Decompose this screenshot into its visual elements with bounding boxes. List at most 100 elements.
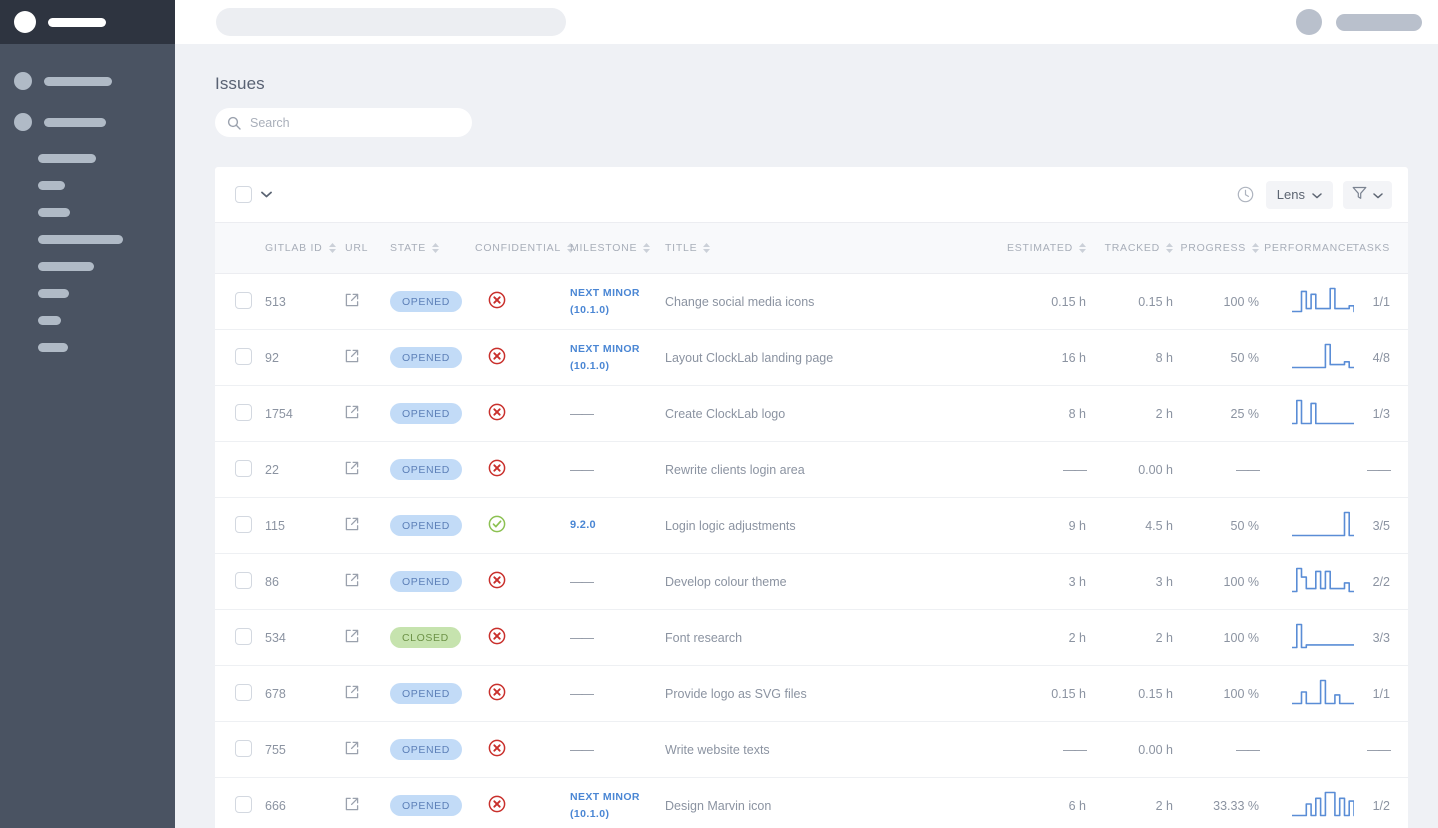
row-checkbox[interactable] <box>235 572 252 589</box>
avatar[interactable] <box>1296 9 1322 35</box>
row-checkbox-cell[interactable] <box>215 778 265 828</box>
external-link-icon[interactable] <box>345 352 359 366</box>
table-row[interactable]: 22OPENED——Rewrite clients login area——0.… <box>215 442 1408 498</box>
row-checkbox-cell[interactable] <box>215 498 265 554</box>
th-progress[interactable]: PROGRESS <box>1173 223 1259 274</box>
sidebar-subitem-placeholder[interactable] <box>0 181 175 190</box>
row-checkbox-cell[interactable] <box>215 722 265 778</box>
sidebar-item-placeholder[interactable] <box>0 113 175 131</box>
row-checkbox-cell[interactable] <box>215 554 265 610</box>
row-checkbox-cell[interactable] <box>215 386 265 442</box>
th-tracked[interactable]: TRACKED <box>1086 223 1173 274</box>
cell-milestone: NEXT MINOR(10.1.0) <box>570 778 665 828</box>
cell-title[interactable]: Layout ClockLab landing page <box>665 330 994 386</box>
external-link-icon[interactable] <box>345 520 359 534</box>
row-checkbox[interactable] <box>235 460 252 477</box>
external-link-icon[interactable] <box>345 576 359 590</box>
external-link-icon[interactable] <box>345 688 359 702</box>
search-input[interactable] <box>250 116 460 130</box>
cell-title[interactable]: Design Marvin icon <box>665 778 994 828</box>
table-row[interactable]: 1754OPENED——Create ClockLab logo8 h2 h25… <box>215 386 1408 442</box>
cell-url[interactable] <box>345 778 390 828</box>
sidebar-subitem-placeholder[interactable] <box>0 262 175 271</box>
row-checkbox[interactable] <box>235 348 252 365</box>
cell-title[interactable]: Font research <box>665 610 994 666</box>
row-checkbox[interactable] <box>235 516 252 533</box>
external-link-icon[interactable] <box>345 296 359 310</box>
row-checkbox[interactable] <box>235 628 252 645</box>
cell-title[interactable]: Rewrite clients login area <box>665 442 994 498</box>
cell-title[interactable]: Develop colour theme <box>665 554 994 610</box>
table-row[interactable]: 678OPENED——Provide logo as SVG files0.15… <box>215 666 1408 722</box>
sidebar-subitem-placeholder[interactable] <box>0 208 175 217</box>
row-checkbox-cell[interactable] <box>215 442 265 498</box>
lens-dropdown[interactable]: Lens <box>1266 181 1333 209</box>
table-row[interactable]: 755OPENED——Write website texts——0.00 h——… <box>215 722 1408 778</box>
row-checkbox[interactable] <box>235 684 252 701</box>
cell-url[interactable] <box>345 722 390 778</box>
filter-dropdown[interactable] <box>1343 181 1392 209</box>
global-search-placeholder[interactable] <box>216 8 566 36</box>
cell-title[interactable]: Login logic adjustments <box>665 498 994 554</box>
milestone-link[interactable]: NEXT MINOR(10.1.0) <box>570 343 640 372</box>
table-row[interactable]: 666OPENEDNEXT MINOR(10.1.0)Design Marvin… <box>215 778 1408 828</box>
external-link-icon[interactable] <box>345 632 359 646</box>
cell-url[interactable] <box>345 666 390 722</box>
table-row[interactable]: 115OPENED9.2.0Login logic adjustments9 h… <box>215 498 1408 554</box>
table-row[interactable]: 513OPENEDNEXT MINOR(10.1.0)Change social… <box>215 274 1408 330</box>
sidebar-nav[interactable] <box>0 44 175 352</box>
page-title: Issues <box>215 44 1408 108</box>
external-link-icon[interactable] <box>345 408 359 422</box>
milestone-link[interactable]: 9.2.0 <box>570 519 596 531</box>
cell-url[interactable] <box>345 442 390 498</box>
cell-title[interactable]: Write website texts <box>665 722 994 778</box>
chevron-down-icon[interactable] <box>260 189 272 201</box>
th-estimated[interactable]: ESTIMATED <box>994 223 1086 274</box>
external-link-icon[interactable] <box>345 744 359 758</box>
th-state[interactable]: STATE <box>390 223 475 274</box>
table-row[interactable]: 534CLOSED——Font research2 h2 h100 %3/3 <box>215 610 1408 666</box>
sidebar-subitem-placeholder[interactable] <box>0 154 175 163</box>
cell-title[interactable]: Change social media icons <box>665 274 994 330</box>
select-all-checkbox[interactable] <box>235 186 252 203</box>
cell-url[interactable] <box>345 554 390 610</box>
cell-url[interactable] <box>345 498 390 554</box>
row-checkbox-cell[interactable] <box>215 666 265 722</box>
cell-title[interactable]: Create ClockLab logo <box>665 386 994 442</box>
th-gitlab-id[interactable]: GITLAB ID <box>265 223 345 274</box>
row-checkbox[interactable] <box>235 292 252 309</box>
sort-arrows-icon <box>329 243 336 253</box>
th-milestone[interactable]: MILESTONE <box>570 223 665 274</box>
user-name-placeholder[interactable] <box>1336 14 1422 31</box>
sidebar-subitem-placeholder[interactable] <box>0 343 175 352</box>
external-link-icon[interactable] <box>345 464 359 478</box>
circle-x-icon <box>475 347 506 368</box>
cell-url[interactable] <box>345 610 390 666</box>
cell-performance <box>1259 666 1354 722</box>
row-checkbox[interactable] <box>235 796 252 813</box>
row-checkbox-cell[interactable] <box>215 274 265 330</box>
row-checkbox-cell[interactable] <box>215 330 265 386</box>
milestone-link[interactable]: NEXT MINOR(10.1.0) <box>570 287 640 316</box>
cell-title[interactable]: Provide logo as SVG files <box>665 666 994 722</box>
cell-url[interactable] <box>345 274 390 330</box>
row-checkbox[interactable] <box>235 404 252 421</box>
milestone-link[interactable]: NEXT MINOR(10.1.0) <box>570 791 640 820</box>
cell-url[interactable] <box>345 386 390 442</box>
external-link-icon[interactable] <box>345 800 359 814</box>
row-checkbox[interactable] <box>235 740 252 757</box>
th-confidential[interactable]: CONFIDENTIAL <box>475 223 570 274</box>
sidebar-subitem-placeholder[interactable] <box>0 316 175 325</box>
row-checkbox-cell[interactable] <box>215 610 265 666</box>
status-badge: OPENED <box>390 739 462 760</box>
table-row[interactable]: 86OPENED——Develop colour theme3 h3 h100 … <box>215 554 1408 610</box>
cell-url[interactable] <box>345 330 390 386</box>
th-title[interactable]: TITLE <box>665 223 994 274</box>
clock-icon[interactable] <box>1236 185 1256 205</box>
sidebar-item-placeholder[interactable] <box>0 72 175 90</box>
table-row[interactable]: 92OPENEDNEXT MINOR(10.1.0)Layout ClockLa… <box>215 330 1408 386</box>
search-box[interactable] <box>215 108 472 137</box>
cell-tracked: 0.00 h <box>1086 722 1173 778</box>
sidebar-subitem-placeholder[interactable] <box>0 235 175 244</box>
sidebar-subitem-placeholder[interactable] <box>0 289 175 298</box>
